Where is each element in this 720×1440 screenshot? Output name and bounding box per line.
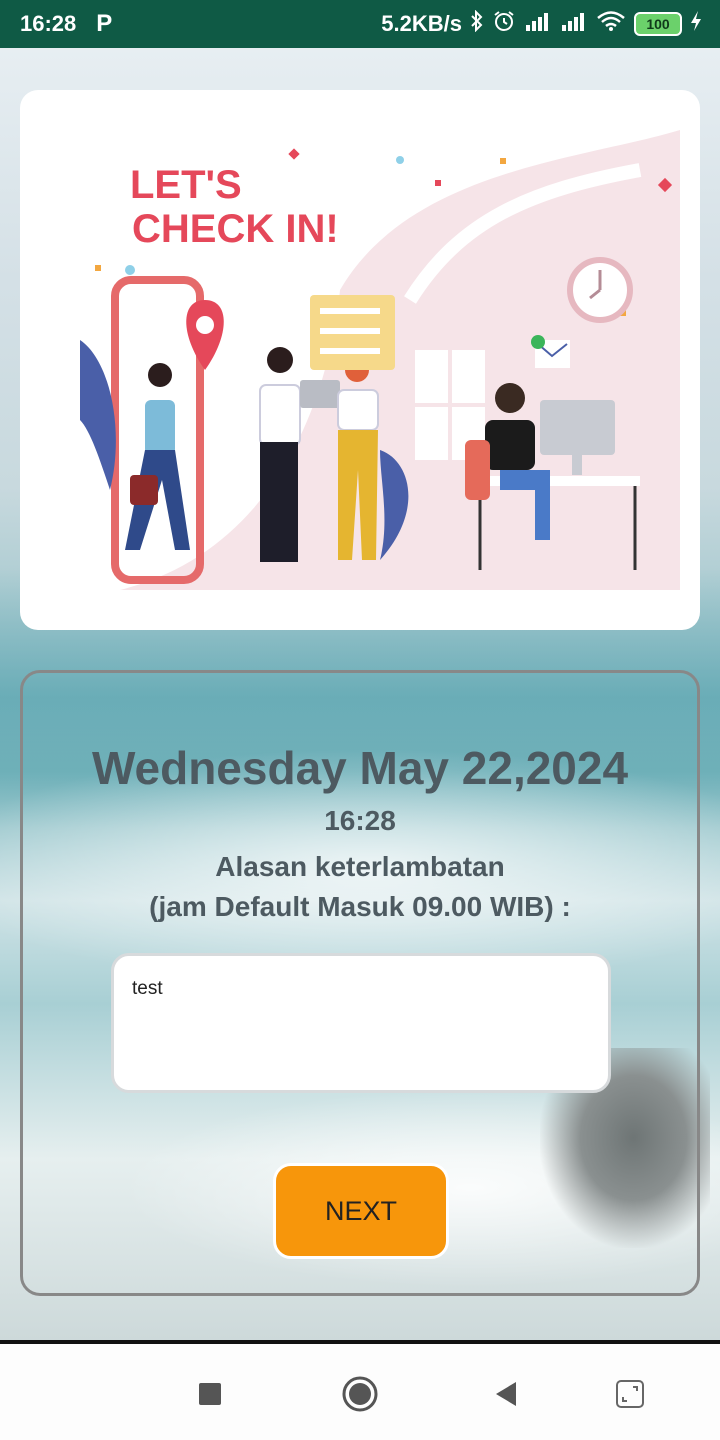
recents-button[interactable] <box>190 1374 230 1414</box>
wifi-icon <box>596 10 626 38</box>
back-button[interactable] <box>486 1374 526 1414</box>
signal-icon <box>524 11 552 37</box>
checkin-illustration-card: LET'S CHECK IN! <box>20 90 700 630</box>
system-nav-bar <box>0 1340 720 1440</box>
parking-icon: P <box>96 10 113 37</box>
charging-icon <box>690 10 702 38</box>
home-circle-icon <box>342 1376 378 1412</box>
current-time: 16:28 <box>324 805 396 836</box>
bluetooth-icon <box>470 9 484 38</box>
checkin-illustration: LET'S CHECK IN! <box>80 130 680 590</box>
status-bar: 16:28 P 5.2KB/s 100 <box>0 0 720 48</box>
status-time: 16:28 <box>20 11 77 36</box>
headline-line2: CHECK IN! <box>132 207 339 251</box>
late-reason-title: Alasan keterlambatan <box>215 851 505 882</box>
battery-icon: 100 <box>634 12 682 36</box>
alarm-icon <box>492 9 516 39</box>
rotate-button[interactable] <box>610 1374 650 1414</box>
late-reason-hint: (jam Default Masuk 09.00 WIB) : <box>149 891 571 922</box>
late-reason-label: Alasan keterlambatan (jam Default Masuk … <box>23 847 697 927</box>
signal-icon-2 <box>560 11 588 37</box>
late-reason-input[interactable] <box>111 953 611 1093</box>
home-button[interactable] <box>340 1374 380 1414</box>
network-speed: 5.2KB/s <box>381 11 462 36</box>
headline-line1: LET'S <box>130 163 242 207</box>
next-button[interactable]: NEXT <box>273 1163 449 1259</box>
current-date: Wednesday May 22,2024 <box>91 742 629 794</box>
back-triangle-icon <box>496 1382 516 1406</box>
status-bar-left: 16:28 P <box>20 10 112 38</box>
rotate-icon <box>616 1380 644 1408</box>
checkin-form-panel: Wednesday May 22,2024 16:28 Alasan keter… <box>20 670 700 1296</box>
status-bar-right: 5.2KB/s 100 <box>381 9 702 39</box>
square-icon <box>199 1383 221 1405</box>
